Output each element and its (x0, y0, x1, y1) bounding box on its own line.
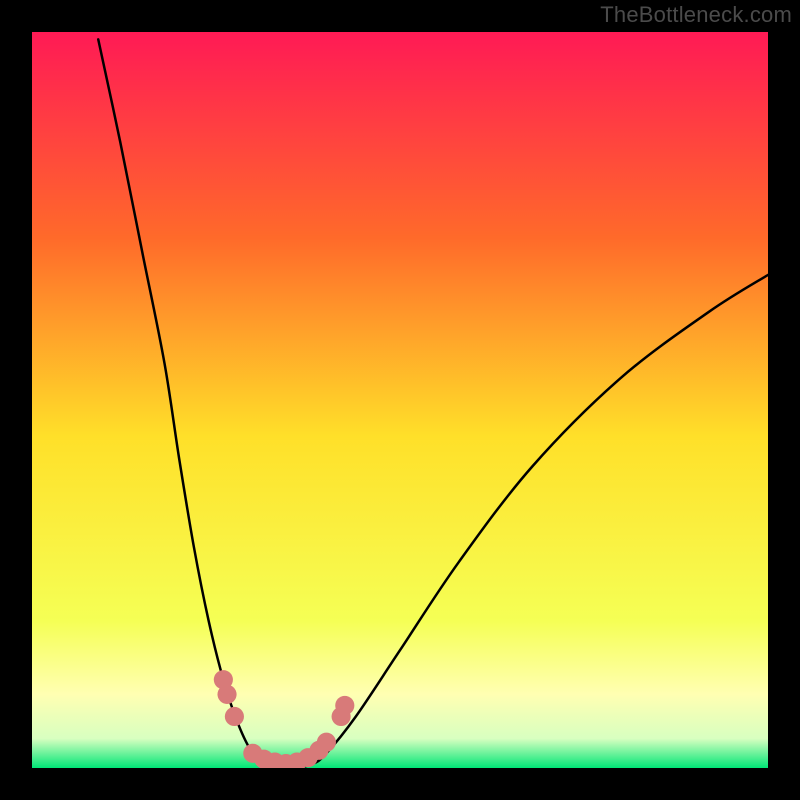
plot-area (32, 32, 768, 768)
highlight-points (317, 733, 336, 752)
highlight-points (335, 696, 354, 715)
highlight-points (217, 685, 236, 704)
bottleneck-plot (32, 32, 768, 768)
watermark-label: TheBottleneck.com (600, 2, 792, 28)
chart-frame: TheBottleneck.com (0, 0, 800, 800)
highlight-points (225, 707, 244, 726)
chart-background (32, 32, 768, 768)
